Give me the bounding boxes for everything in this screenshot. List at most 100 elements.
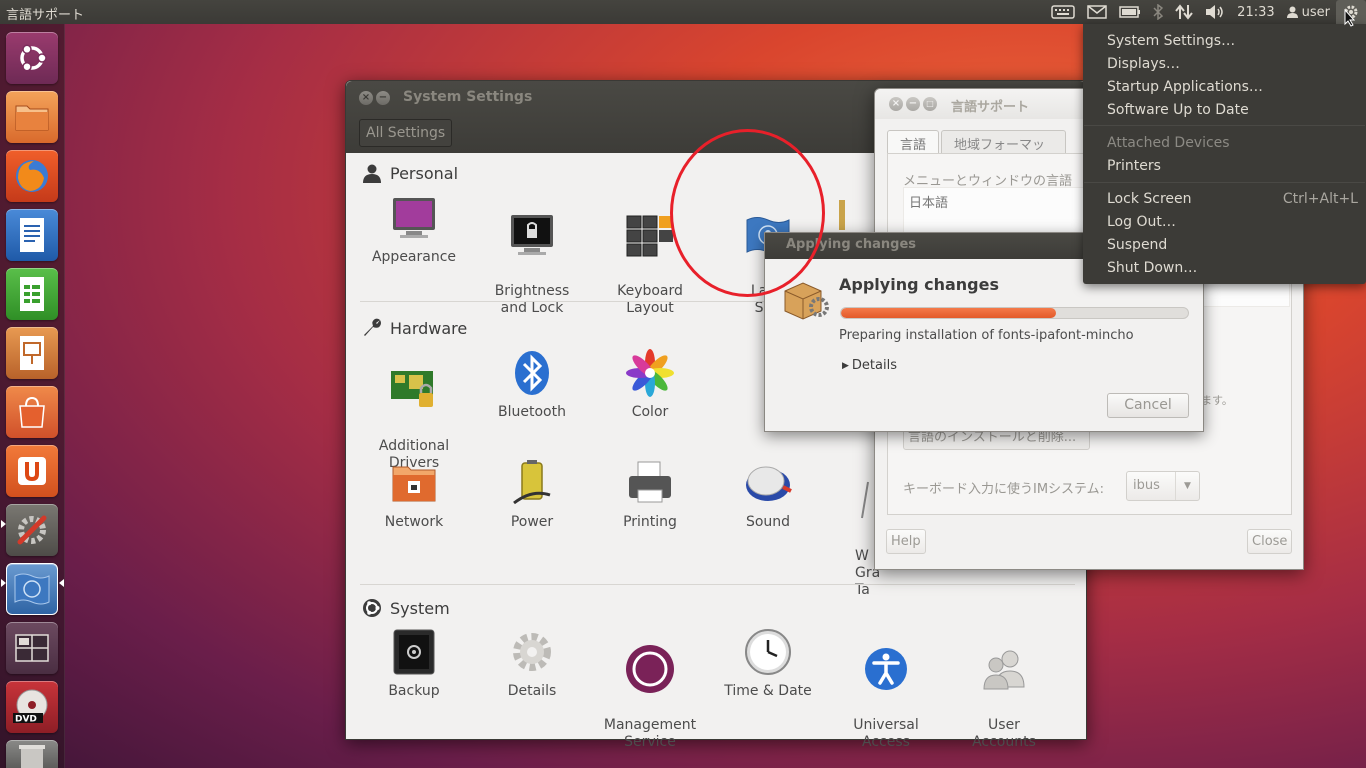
menu-suspend[interactable]: Suspend [1107, 237, 1167, 253]
launcher-writer[interactable] [6, 209, 58, 261]
launcher-language-support[interactable] [6, 563, 58, 615]
settings-backup[interactable]: Backup [355, 627, 473, 700]
details-expander[interactable]: ▶ Details [842, 358, 897, 373]
user-menu[interactable]: user [1281, 0, 1336, 24]
settings-brightness-lock[interactable]: Brightness and Lock [473, 193, 591, 317]
settings-universal-access[interactable]: Universal Access [827, 627, 945, 751]
launcher-firefox[interactable] [6, 150, 58, 202]
close-button[interactable]: Close [1247, 529, 1293, 554]
color-icon [626, 349, 674, 397]
clock[interactable]: 21:33 [1231, 0, 1280, 24]
section-personal: Personal [362, 163, 458, 183]
divider [360, 584, 1075, 585]
lock-screen-shortcut: Ctrl+Alt+L [1282, 191, 1358, 207]
language-list-item[interactable]: 日本語 [909, 192, 948, 211]
menu-displays[interactable]: Displays… [1107, 56, 1180, 72]
launcher-calc[interactable] [6, 268, 58, 320]
settings-printing[interactable]: Printing [591, 458, 709, 531]
menu-log-out[interactable]: Log Out… [1107, 214, 1176, 230]
workspaces-icon [15, 634, 49, 662]
close-button[interactable]: × [359, 91, 373, 105]
settings-keyboard-layout[interactable]: Keyboard Layout [591, 193, 709, 317]
bluetooth-indicator-icon[interactable] [1147, 0, 1169, 24]
launcher-workspace-switcher[interactable] [6, 622, 58, 674]
backup-safe-icon [393, 629, 435, 675]
settings-additional-drivers[interactable]: Additional Drivers [355, 348, 473, 472]
launcher-trash[interactable] [6, 740, 58, 768]
package-install-icon [784, 282, 829, 320]
dialog-heading: Applying changes [839, 275, 999, 294]
settings-label: Brightness and Lock [494, 283, 570, 316]
minimize-button[interactable]: − [906, 97, 920, 111]
cancel-button[interactable]: Cancel [1107, 393, 1189, 418]
close-button[interactable]: × [889, 97, 903, 111]
dialog-title: Applying changes [786, 237, 916, 252]
launcher-dash-home[interactable] [6, 32, 58, 84]
settings-color[interactable]: Color [591, 348, 709, 421]
minimize-button[interactable]: − [376, 91, 390, 105]
settings-management-service[interactable]: Management Service [591, 627, 709, 751]
all-settings-button[interactable]: All Settings [359, 119, 453, 147]
settings-power[interactable]: Power [473, 458, 591, 531]
maximize-button[interactable]: □ [923, 97, 937, 111]
launcher-impress[interactable] [6, 327, 58, 379]
im-system-select[interactable]: ibus ▼ [1126, 471, 1200, 501]
launcher-dvd[interactable]: DVD [6, 681, 58, 733]
volume-indicator-icon[interactable] [1199, 0, 1231, 24]
menu-attached-devices: Attached Devices [1107, 135, 1230, 151]
network-indicator-icon[interactable] [1169, 0, 1199, 24]
settings-network[interactable]: Network [355, 458, 473, 531]
top-panel: 言語サポート 21:33 user [0, 0, 1366, 24]
user-name: user [1301, 4, 1330, 20]
settings-sound[interactable]: Sound [709, 458, 827, 531]
clock-icon [745, 629, 791, 675]
settings-label: Backup [388, 683, 440, 699]
settings-label: Keyboard Layout [617, 283, 683, 316]
settings-appearance[interactable]: Appearance [355, 193, 473, 266]
battery-indicator-icon[interactable] [1113, 0, 1147, 24]
menu-system-settings[interactable]: System Settings… [1107, 33, 1235, 49]
menu-printers[interactable]: Printers [1107, 158, 1161, 174]
mouse-pointer-icon [1344, 9, 1356, 27]
folder-icon [15, 105, 49, 131]
active-app-title: 言語サポート [6, 8, 85, 23]
settings-details[interactable]: Details [473, 627, 591, 700]
svg-text:DVD: DVD [15, 715, 37, 725]
settings-label: Details [507, 683, 557, 699]
users-icon [983, 650, 1025, 690]
launcher-software-center[interactable] [6, 386, 58, 438]
settings-time-date[interactable]: Time & Date [709, 627, 827, 700]
appearance-icon [393, 198, 435, 238]
landscape-icon [626, 645, 674, 693]
keyboard-layout-icon [626, 215, 673, 257]
launcher-files[interactable] [6, 91, 58, 143]
settings-label: Color [631, 404, 669, 420]
menu-software-up-to-date[interactable]: Software Up to Date [1107, 102, 1249, 118]
section-title: System [390, 598, 450, 618]
settings-label: Printing [623, 514, 677, 530]
ubuntu-logo-icon [363, 599, 381, 617]
power-icon [513, 460, 551, 505]
launcher-system-settings[interactable] [6, 504, 58, 556]
settings-label: Management Service [603, 717, 697, 750]
user-icon [1286, 6, 1298, 18]
menu-shut-down[interactable]: Shut Down… [1107, 260, 1197, 276]
ubuntu-one-icon [18, 457, 46, 485]
window-title: 言語サポート [951, 100, 1030, 115]
keyboard-indicator-icon[interactable] [1045, 0, 1081, 24]
mail-indicator-icon[interactable] [1081, 0, 1113, 24]
progress-bar [840, 307, 1189, 319]
details-label: Details [851, 358, 897, 373]
writer-icon [20, 218, 44, 252]
menu-lock-screen[interactable]: Lock Screen [1107, 191, 1192, 207]
menu-startup-applications[interactable]: Startup Applications… [1107, 79, 1263, 95]
help-button[interactable]: Help [886, 529, 926, 554]
settings-label: Network [384, 514, 444, 530]
launcher-ubuntu-one[interactable] [6, 445, 58, 497]
settings-label: Appearance [371, 249, 457, 265]
settings-user-accounts[interactable]: User Accounts [945, 627, 1063, 751]
person-icon [363, 164, 381, 183]
settings-label: Time & Date [724, 683, 812, 699]
settings-bluetooth[interactable]: Bluetooth [473, 348, 591, 421]
language-flag-icon [14, 573, 50, 605]
